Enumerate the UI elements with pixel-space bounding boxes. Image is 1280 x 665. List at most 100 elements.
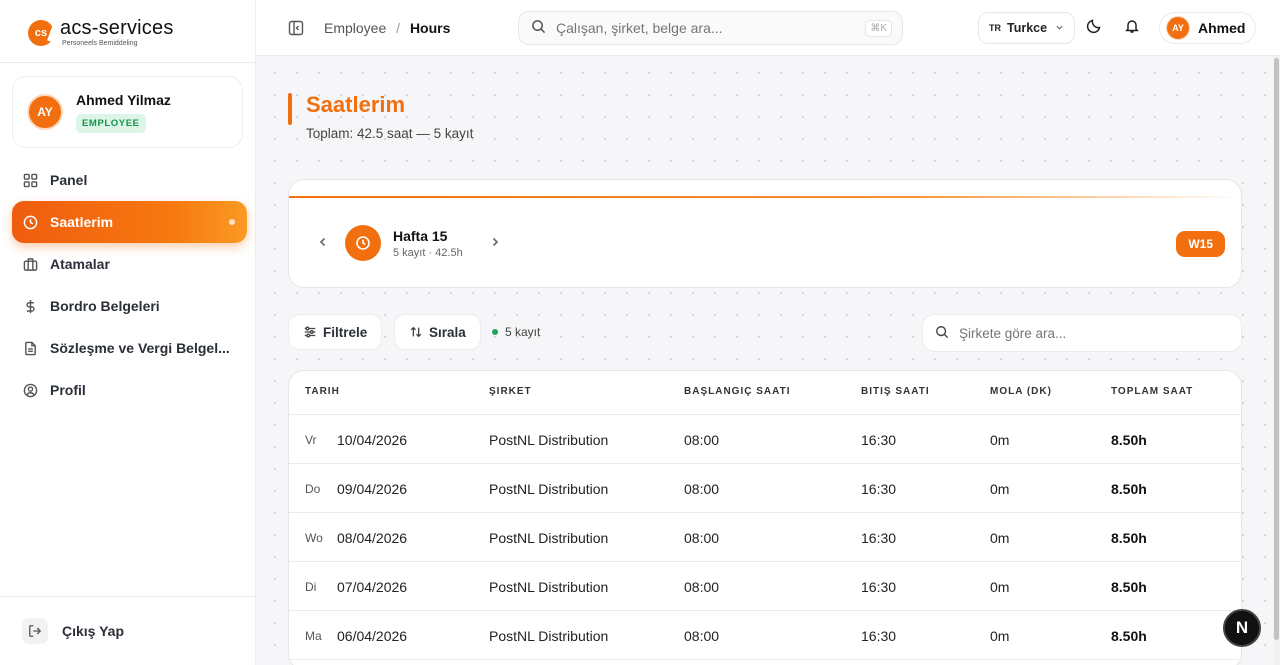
sort-label: Sırala [429,324,466,340]
user-name: Ahmed Yilmaz [76,92,171,108]
avatar: AY [1166,16,1190,40]
divider [0,596,256,597]
floating-n-button[interactable]: N [1223,609,1261,647]
column-header[interactable]: TARIH [305,386,340,397]
sort-icon [409,325,423,339]
table-header: TARIH ŞIRKET BAŞLANGIÇ SAATI BITIŞ SAATI… [289,371,1241,415]
week-meta: 5 kayıt · 42.5h [393,247,463,259]
chevron-down-icon [1055,21,1064,35]
table-row[interactable]: Vr 10/04/2026 PostNL Distribution 08:00 … [289,415,1241,464]
breadcrumb-item[interactable]: Employee [324,20,386,36]
sidebar-item-saatlerim[interactable]: Saatlerim [12,201,247,243]
scrollbar-thumb[interactable] [1274,58,1279,640]
company-cell: PostNL Distribution [489,628,609,644]
sliders-icon [303,325,317,339]
break-cell: 0m [990,481,1010,497]
user-card: AY Ahmed Yilmaz EMPLOYEE [12,76,243,148]
sidebar-item-atamalar[interactable]: Atamalar [12,243,247,285]
column-header[interactable]: ŞIRKET [489,386,532,397]
breadcrumb-current: Hours [409,20,451,36]
sidebar-nav: Panel Saatlerim Atamalar Bordro Belgeler… [12,159,247,411]
sidebar-toggle-icon[interactable] [288,20,304,39]
logout-button[interactable]: Çıkış Yap [22,618,124,644]
breadcrumb: Employee / Hours [324,20,450,36]
user-circle-icon [22,382,38,398]
active-indicator [229,219,235,225]
language-label: Turkce [1007,21,1048,35]
bell-icon[interactable] [1124,18,1140,37]
filter-label: Filtrele [323,324,368,340]
breadcrumb-separator: / [396,20,401,36]
table-row[interactable]: Ma 06/04/2026 PostNL Distribution 08:00 … [289,611,1241,660]
week-name: Hafta 15 [393,228,448,244]
divider [0,62,256,63]
clock-icon [22,214,38,230]
brand-logo[interactable]: cs acs-services Personeels Bemiddeling [28,18,174,47]
date-cell: 10/04/2026 [337,432,408,448]
day-cell: Wo [305,531,323,545]
end-cell: 16:30 [861,481,897,497]
brand-name: acs-services [60,17,174,39]
role-badge: EMPLOYEE [76,114,146,133]
column-header[interactable]: MOLA (DK) [990,386,1052,397]
chevron-left-icon[interactable] [317,235,329,251]
sidebar-item-label: Saatlerim [50,214,114,230]
day-cell: Ma [305,629,322,643]
brand-tagline: Personeels Bemiddeling [62,40,138,47]
sidebar-item-profil[interactable]: Profil [12,369,247,411]
end-cell: 16:30 [861,628,897,644]
profile-menu[interactable]: AY Ahmed [1159,12,1256,44]
week-selector: Hafta 15 5 kayıt · 42.5h W15 [288,179,1242,288]
start-cell: 08:00 [684,432,720,448]
company-cell: PostNL Distribution [489,432,609,448]
sort-button[interactable]: Sırala [394,314,481,350]
sidebar-item-label: Panel [50,172,88,188]
column-header[interactable]: BAŞLANGIÇ SAATI [684,386,790,397]
global-search[interactable]: ⌘K [518,11,903,45]
sidebar-item-panel[interactable]: Panel [12,159,247,201]
topbar: Employee / Hours ⌘K TR Turkce AY Ahmed [256,0,1280,56]
logo-icon: cs [28,19,54,46]
dollar-icon [22,298,38,314]
company-search-input[interactable] [959,325,1219,341]
sidebar-item-label: Profil [50,382,86,398]
record-count: 5 kayıt [492,323,540,341]
break-cell: 0m [990,530,1010,546]
total-cell: 8.50h [1111,628,1147,644]
total-cell: 8.50h [1111,481,1147,497]
table-row[interactable]: Wo 08/04/2026 PostNL Distribution 08:00 … [289,513,1241,562]
sidebar-item-label: Sözleşme ve Vergi Belgel... [50,340,230,356]
language-code: TR [989,23,1001,33]
total-cell: 8.50h [1111,432,1147,448]
filter-button[interactable]: Filtrele [288,314,383,350]
end-cell: 16:30 [861,432,897,448]
total-cell: 8.50h [1111,530,1147,546]
sidebar-item-sozlesme[interactable]: Sözleşme ve Vergi Belgel... [12,327,247,369]
date-cell: 07/04/2026 [337,579,408,595]
page-subtitle: Toplam: 42.5 saat — 5 kayıt [306,126,474,141]
search-input[interactable] [556,20,846,36]
sidebar-item-label: Bordro Belgeleri [50,298,160,314]
document-icon [22,340,38,356]
date-cell: 09/04/2026 [337,481,408,497]
language-select[interactable]: TR Turkce [978,12,1075,44]
scrollbar[interactable] [1273,56,1280,665]
column-header[interactable]: TOPLAM SAAT [1111,386,1193,397]
day-cell: Do [305,482,321,496]
column-header[interactable]: BITIŞ SAATI [861,386,930,397]
start-cell: 08:00 [684,481,720,497]
moon-icon[interactable] [1086,18,1102,37]
search-icon [935,325,949,342]
table-row[interactable]: Do 09/04/2026 PostNL Distribution 08:00 … [289,464,1241,513]
total-cell: 8.50h [1111,579,1147,595]
clock-icon [345,225,381,261]
break-cell: 0m [990,628,1010,644]
chevron-right-icon[interactable] [489,235,501,251]
briefcase-icon [22,256,38,272]
start-cell: 08:00 [684,579,720,595]
sidebar-item-bordro[interactable]: Bordro Belgeleri [12,285,247,327]
date-cell: 08/04/2026 [337,530,408,546]
company-search[interactable] [922,314,1242,352]
table-row[interactable]: Di 07/04/2026 PostNL Distribution 08:00 … [289,562,1241,611]
break-cell: 0m [990,432,1010,448]
